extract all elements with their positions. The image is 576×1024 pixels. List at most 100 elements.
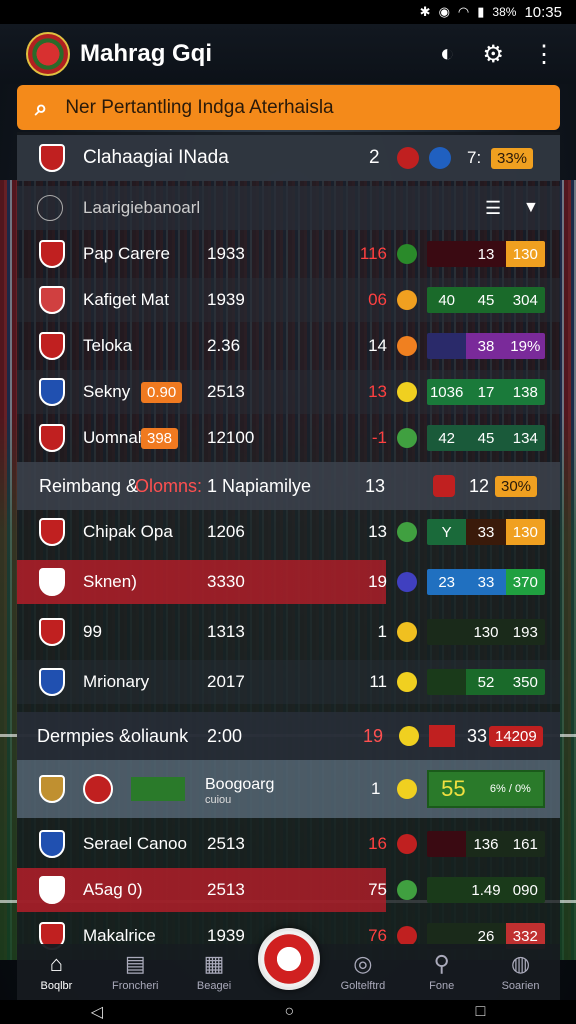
team-row[interactable]: Sekny 0.90 2513 13 1036 17 138 [17,370,560,414]
stat-cell [427,619,467,645]
stat-cell: 23 [427,569,467,595]
team-row[interactable]: Chipak Opa 1206 13 Y 33 130 [17,510,560,554]
chevron-down-icon[interactable]: ▼ [523,199,539,217]
nav-item[interactable]: ◍ Soarien [491,951,551,992]
status-dot-icon [397,244,417,264]
crest-icon [39,240,65,268]
nav-item[interactable]: ▤ Froncheri [105,951,165,992]
section-mid: 2:00 [207,725,243,746]
feature-score-right: 6% / 0% [489,783,531,795]
search-icon: ◎ [353,951,373,976]
team-name: Uomnah [83,428,148,447]
team-row[interactable]: Serael Canoo 2513 16 136 161 [17,822,560,866]
team-year: 2513 [207,834,245,853]
club-badge-icon [429,147,451,169]
location-icon: ⚲ [433,951,450,976]
team-row[interactable]: Uomnah 398 12100 -1 42 45 134 [17,416,560,460]
team-year: 2513 [207,880,245,899]
section-header[interactable]: Dermpies &oliaunk 2:00 19 33 14209 [17,712,560,760]
calendar-icon: ▦ [203,951,225,976]
stat-cell: 136 [466,831,506,857]
section-title: Dermpies &oliaunk [37,725,189,746]
list-icon[interactable]: ☰ [485,198,501,219]
club-badge-icon [433,475,455,497]
team-year: 2513 [207,382,245,401]
feature-num: 1 [371,779,381,798]
club-badge-icon [429,725,455,747]
app-title: Mahrag Gqi [80,40,213,67]
search-bar[interactable]: ⌕ Ner Pertantling Indga Aterhaisla [17,85,560,130]
stat-cell: 45 [466,425,506,451]
theme-icon[interactable]: ◐ [440,40,455,69]
crest-icon [39,424,65,452]
home-nav-icon[interactable]: ○ [284,1003,294,1021]
stat-bar: Y 33 130 [427,519,545,545]
stat-cell [427,333,467,359]
stat-cell: 33 [466,569,506,595]
nav-item[interactable]: ◎ Goltelftrd [333,951,393,992]
stat-cell: 130 [505,519,545,545]
team-year: 1939 [207,290,245,309]
center-action-button[interactable] [258,928,320,990]
alarm-icon: ◉ [438,4,450,19]
status-dot-icon [397,926,417,946]
team-row[interactable]: Pap Carere 1933 116 13 130 [17,232,560,276]
crest-icon [39,618,65,646]
status-dot-icon [397,336,417,356]
team-name: 99 [83,622,102,641]
status-dot-icon [397,522,417,542]
stat-cell: Y [427,519,467,545]
team-number: 1 [377,622,387,641]
header-row[interactable]: Clahaagiai INada 2 7: 33% [17,135,560,181]
nav-item[interactable]: ⚲ Fone [412,951,472,992]
nav-item[interactable]: ▦ Beagei [184,951,244,992]
team-number: -1 [371,428,387,447]
section-header[interactable]: Reimbang & Olomns: 1 Napiamilye 13 12 30… [17,462,560,510]
stat-cell: 130 [505,241,545,267]
nav-label: Fone [429,980,455,992]
stat-bar: 13 130 [427,241,545,267]
recents-icon[interactable]: □ [476,1003,486,1021]
section-title: Reimbang & [39,475,139,496]
stat-bar: 1.49 090 [427,877,545,903]
stat-cell: 1.49 [466,877,506,903]
team-year: 2.36 [207,336,241,355]
nav-label: Goltelftrd [340,980,386,992]
stat-cell [427,877,467,903]
stat-bar: 136 161 [427,831,545,857]
status-dot-icon [397,290,417,310]
team-row[interactable]: Sknen) 3330 19 23 33 370 [17,560,560,604]
team-row[interactable]: Kafiget Mat 1939 06 40 45 304 [17,278,560,322]
feature-name: Boogoarg [205,776,275,793]
more-menu-icon[interactable]: ⋮ [532,40,556,69]
filter-row[interactable]: Laarigiebanoarl ☰ ▼ [17,186,560,230]
filter-circle-icon [37,195,63,221]
nav-label: Froncheri [112,980,159,992]
header-title: Clahaagiai INada [83,147,229,168]
app-bar: Mahrag Gqi ◐ ⚙ ⋮ [0,24,576,84]
team-row[interactable]: A5ag 0) 2513 75 1.49 090 [17,868,560,912]
feature-sub: cuiou [205,794,232,806]
featured-match-row[interactable]: Boogoarg cuiou 1 55 6% / 0% [17,760,560,818]
header-badge: 33% [491,147,534,169]
crest-icon [39,830,65,858]
stat-cell: 19% [505,333,545,359]
stat-cell: 40 [427,287,467,313]
stat-cell [427,669,467,695]
stat-bar: 42 45 134 [427,425,545,451]
stat-cell: 1036 [427,379,467,405]
chart-icon: ▤ [124,951,146,976]
team-row[interactable]: Teloka 2.36 14 38 19% [17,324,560,368]
section-num: 19 [363,725,384,746]
back-icon[interactable]: ◁ [91,1002,103,1022]
crest-icon [39,378,65,406]
nav-item[interactable]: ⌂ Boqlbr [26,951,86,992]
settings-gear-icon[interactable]: ⚙ [482,40,504,69]
system-navigation: ◁ ○ □ [0,1000,576,1024]
team-row[interactable]: 99 1313 1 130 193 [17,610,560,654]
filter-label: Laarigiebanoarl [83,198,201,217]
status-bar: ✱ ◉ ◠ ▮ 38% 10:35 [0,0,576,24]
stat-cell [427,241,467,267]
section-badge: 30% [495,475,538,497]
team-row[interactable]: Mrionary 2017 11 52 350 [17,660,560,704]
